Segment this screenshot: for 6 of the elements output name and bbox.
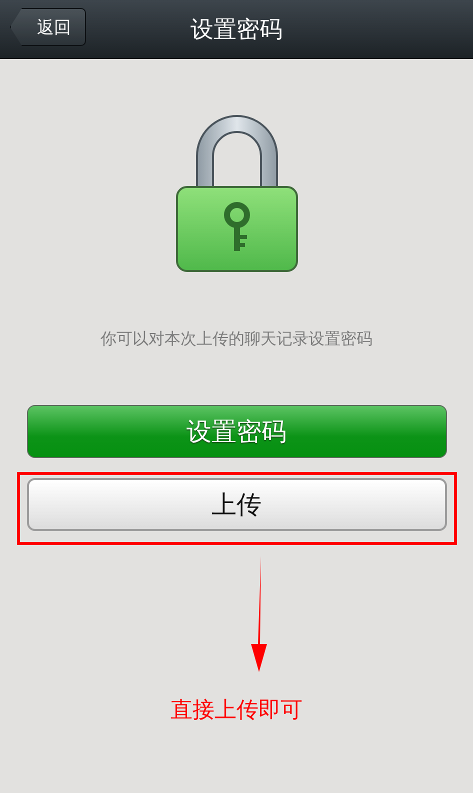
set-password-button[interactable]: 设置密码 [26, 405, 446, 458]
annotation-note: 直接上传即可 [170, 697, 302, 725]
back-button[interactable]: 返回 [10, 8, 86, 46]
upload-button[interactable]: 上传 [26, 478, 446, 531]
page-title: 设置密码 [190, 16, 282, 44]
description-text: 你可以对本次上传的聊天记录设置密码 [100, 329, 372, 350]
